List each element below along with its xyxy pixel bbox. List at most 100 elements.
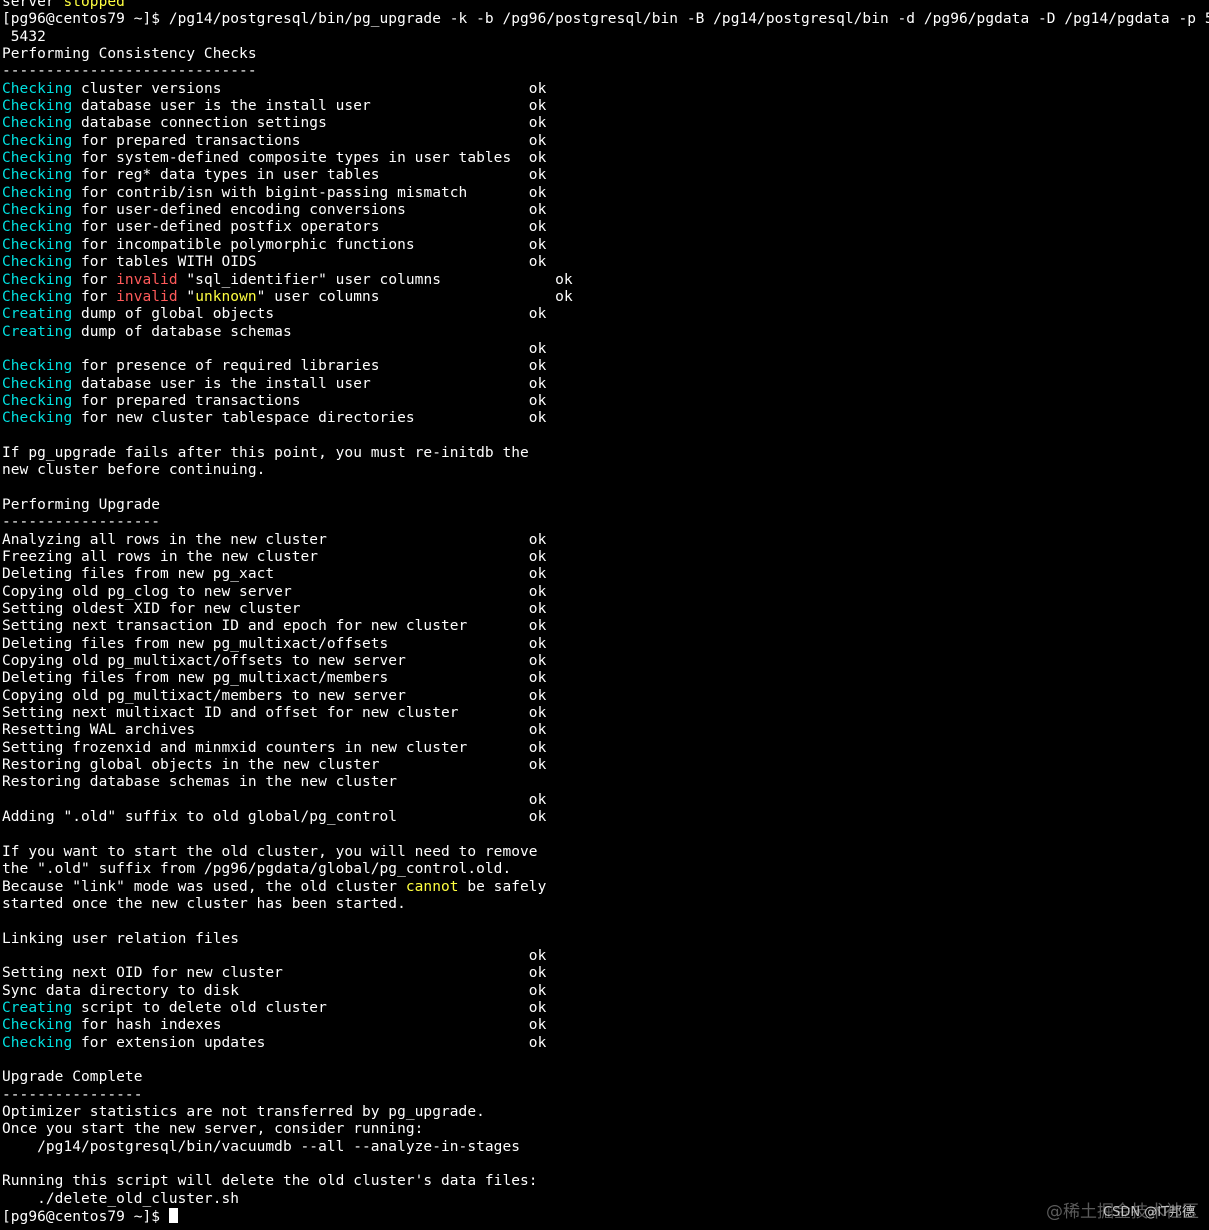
terminal-line: Because "link" mode was used, the old cl… (2, 879, 1207, 896)
terminal-text: Copying old pg_clog to new server ok (2, 583, 547, 600)
terminal-text: for extension updates ok (72, 1034, 547, 1051)
terminal-text: for user-defined postfix operators ok (72, 219, 547, 236)
terminal-line: Checking for tables WITH OIDS ok (2, 254, 1207, 271)
terminal-text: Restoring database schemas in the new cl… (2, 774, 398, 791)
terminal-line: Setting oldest XID for new cluster ok (2, 601, 1207, 618)
terminal-line: Checking database connection settings ok (2, 115, 1207, 132)
terminal-line: Setting next transaction ID and epoch fo… (2, 618, 1207, 635)
terminal-text: ----------------------------- (2, 63, 257, 80)
highlighted-text-cyan: Checking (2, 202, 73, 219)
terminal-text: Copying old pg_multixact/members to new … (2, 687, 547, 704)
terminal-text: new cluster before continuing. (2, 462, 266, 479)
terminal-text: Upgrade Complete (2, 1069, 143, 1086)
terminal-text: Once you start the new server, consider … (2, 1121, 424, 1138)
terminal-text: for (72, 271, 117, 288)
terminal-text: the ".old" suffix from /pg96/pgdata/glob… (2, 861, 512, 878)
terminal-line: started once the new cluster has been st… (2, 896, 1207, 913)
terminal-text: Performing Consistency Checks (2, 46, 257, 63)
terminal-line: Copying old pg_multixact/members to new … (2, 688, 1207, 705)
terminal-line: 5432 (2, 29, 1207, 46)
terminal-text: Setting next transaction ID and epoch fo… (2, 618, 547, 635)
terminal-line: Checking for new cluster tablespace dire… (2, 410, 1207, 427)
terminal-text: Copying old pg_multixact/offsets to new … (2, 653, 547, 670)
terminal-text: Setting next multixact ID and offset for… (2, 705, 547, 722)
highlighted-text-cyan: Checking (2, 167, 73, 184)
terminal-text: for (72, 288, 117, 305)
terminal-text: for tables WITH OIDS ok (72, 254, 547, 271)
terminal-line: Setting next multixact ID and offset for… (2, 705, 1207, 722)
terminal-line: Copying old pg_multixact/offsets to new … (2, 653, 1207, 670)
terminal-line: Checking for presence of required librar… (2, 358, 1207, 375)
terminal-text: Freezing all rows in the new cluster ok (2, 549, 547, 565)
terminal-line: Sync data directory to disk ok (2, 983, 1207, 1000)
highlighted-text-cyan: Checking (2, 375, 73, 392)
terminal-line: Checking database user is the install us… (2, 376, 1207, 393)
terminal-text: Sync data directory to disk ok (2, 982, 547, 999)
watermark-csdn: CSDN @IT邦德 (1103, 1205, 1195, 1220)
terminal-line: ok (2, 948, 1207, 965)
highlighted-text-cyan: Creating (2, 323, 73, 340)
highlighted-text-cyan: Checking (2, 254, 73, 271)
terminal-line: Checking for incompatible polymorphic fu… (2, 237, 1207, 254)
terminal-line: Checking for user-defined postfix operat… (2, 219, 1207, 236)
terminal-line: Checking for system-defined composite ty… (2, 150, 1207, 167)
terminal-text: ---------------- (2, 1086, 143, 1103)
terminal-text: Running this script will delete the old … (2, 1173, 538, 1190)
terminal-text: 5432 (2, 28, 46, 45)
terminal-line: server stopped (2, 0, 1207, 11)
highlighted-text-cyan: Creating (2, 999, 73, 1016)
terminal-text: ok (2, 947, 547, 964)
terminal-line: ------------------ (2, 514, 1207, 531)
terminal-line: Checking for contrib/isn with bigint-pas… (2, 185, 1207, 202)
terminal-line: [pg96@centos79 ~]$ /pg14/postgresql/bin/… (2, 11, 1209, 28)
terminal-text: [pg96@centos79 ~]$ (2, 1209, 169, 1226)
terminal-line: Analyzing all rows in the new cluster ok (2, 532, 1207, 549)
terminal-line: Linking user relation files (2, 931, 1207, 948)
terminal-line: Setting next OID for new cluster ok (2, 965, 1207, 982)
highlighted-text-cyan: Checking (2, 219, 73, 236)
terminal-text: for prepared transactions ok (72, 392, 547, 409)
highlighted-text-cyan: Checking (2, 98, 73, 115)
terminal-text: "sql_identifier" user columns ok (177, 271, 573, 288)
highlighted-text-cyan: Checking (2, 288, 73, 305)
highlighted-text-cyan: Checking (2, 392, 73, 409)
terminal-text: for prepared transactions ok (72, 132, 547, 149)
terminal-line: ./delete_old_cluster.sh (2, 1191, 1207, 1208)
terminal-text: Deleting files from new pg_xact ok (2, 566, 547, 583)
terminal-line: new cluster before continuing. (2, 462, 1207, 479)
terminal-line: Upgrade Complete (2, 1069, 1207, 1086)
terminal-text: dump of database schemas (72, 323, 292, 340)
terminal-text: for reg* data types in user tables ok (72, 167, 547, 184)
terminal-line: Setting frozenxid and minmxid counters i… (2, 740, 1207, 757)
highlighted-text-cyan: Checking (2, 184, 73, 201)
terminal-text: database connection settings ok (72, 115, 547, 132)
terminal-text: database user is the install user ok (72, 98, 547, 115)
highlighted-text-cyan: Checking (2, 132, 73, 149)
terminal-line: Performing Upgrade (2, 497, 1207, 514)
terminal-text: Restoring global objects in the new clus… (2, 757, 547, 774)
terminal-output[interactable]: server stopped [pg96@centos79 ~]$ /pg14/p… (2, 0, 1209, 1226)
terminal-text: Setting next OID for new cluster ok (2, 965, 547, 982)
highlighted-text-cyan: Checking (2, 1034, 73, 1051)
terminal-line: Copying old pg_clog to new server ok (2, 584, 1207, 601)
terminal-text: Linking user relation files (2, 930, 240, 947)
terminal-text: Adding ".old" suffix to old global/pg_co… (2, 809, 547, 826)
terminal-text: for presence of required libraries ok (72, 358, 547, 375)
highlighted-text-yellow: cannot (405, 878, 459, 895)
terminal-text: for incompatible polymorphic functions o… (72, 236, 547, 253)
terminal-text: Performing Upgrade (2, 496, 161, 513)
terminal-text: " user columns ok (256, 288, 573, 305)
terminal-line: Deleting files from new pg_multixact/off… (2, 636, 1207, 653)
terminal-line: Checking for reg* data types in user tab… (2, 167, 1207, 184)
terminal-line: Deleting files from new pg_xact ok (2, 566, 1207, 583)
terminal-line: Checking for invalid "sql_identifier" us… (2, 272, 1207, 289)
terminal-line: Optimizer statistics are not transferred… (2, 1104, 1207, 1121)
terminal-line: Performing Consistency Checks (2, 46, 1207, 63)
highlighted-text-yellow: unknown (195, 288, 257, 305)
terminal-line: Creating dump of global objects ok (2, 306, 1207, 323)
terminal-text: for new cluster tablespace directories o… (72, 410, 547, 427)
terminal-text: Because "link" mode was used, the old cl… (2, 878, 406, 895)
